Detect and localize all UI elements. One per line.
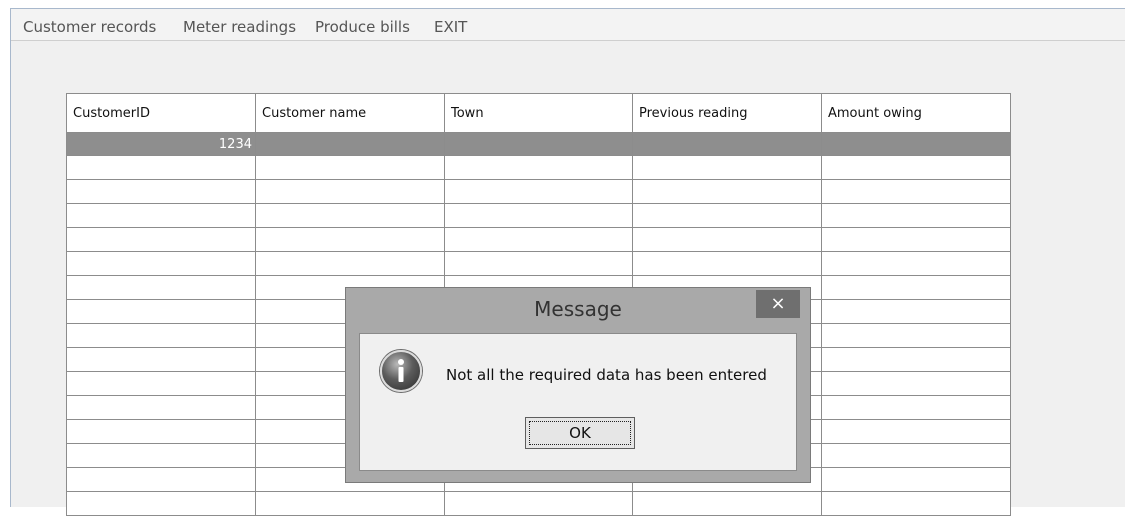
grid-cell[interactable] <box>66 491 256 516</box>
grid-cell[interactable] <box>444 491 633 516</box>
grid-cell[interactable] <box>821 155 1011 180</box>
message-dialog: Message × Not all the required data has … <box>345 287 811 483</box>
grid-cell[interactable] <box>66 443 256 468</box>
grid-cell[interactable] <box>821 251 1011 276</box>
menu-bar: Customer records Meter readings Produce … <box>11 9 1125 41</box>
grid-cell[interactable] <box>821 371 1011 396</box>
menu-meter-readings[interactable]: Meter readings <box>183 18 296 36</box>
grid-cell[interactable] <box>821 323 1011 348</box>
close-button[interactable]: × <box>756 290 800 318</box>
table-row[interactable] <box>66 203 1011 228</box>
grid-cell[interactable] <box>255 227 445 252</box>
grid-cell[interactable] <box>821 299 1011 324</box>
table-row[interactable] <box>66 227 1011 252</box>
grid-cell[interactable] <box>821 443 1011 468</box>
grid-cell[interactable] <box>632 203 822 228</box>
column-header-town[interactable]: Town <box>444 93 633 133</box>
table-row[interactable] <box>66 155 1011 180</box>
column-header-previous-reading[interactable]: Previous reading <box>632 93 822 133</box>
grid-cell[interactable] <box>821 203 1011 228</box>
ok-button[interactable]: OK <box>525 417 635 449</box>
grid-cell[interactable] <box>444 203 633 228</box>
table-row[interactable] <box>66 251 1011 276</box>
grid-cell[interactable] <box>821 275 1011 300</box>
grid-cell[interactable] <box>66 467 256 492</box>
table-row[interactable] <box>66 491 1011 516</box>
cell-town[interactable] <box>444 132 633 156</box>
grid-cell[interactable] <box>632 491 822 516</box>
menu-customer-records[interactable]: Customer records <box>23 18 156 36</box>
grid-cell[interactable] <box>444 155 633 180</box>
column-header-amount-owing[interactable]: Amount owing <box>821 93 1011 133</box>
ok-button-label: OK <box>529 421 631 445</box>
grid-cell[interactable] <box>66 299 256 324</box>
grid-cell[interactable] <box>632 155 822 180</box>
cell-previous-reading[interactable] <box>632 132 822 156</box>
grid-cell[interactable] <box>444 251 633 276</box>
grid-cell[interactable] <box>66 347 256 372</box>
table-row-selected[interactable]: 1234 <box>66 132 1011 156</box>
grid-cell[interactable] <box>255 179 445 204</box>
grid-cell[interactable] <box>66 179 256 204</box>
grid-cell[interactable] <box>66 275 256 300</box>
app-window: Customer records Meter readings Produce … <box>10 8 1125 516</box>
grid-cell[interactable] <box>66 371 256 396</box>
grid-cell[interactable] <box>66 419 256 444</box>
grid-cell[interactable] <box>632 251 822 276</box>
grid-cell[interactable] <box>821 347 1011 372</box>
grid-cell[interactable] <box>444 227 633 252</box>
cell-amount-owing[interactable] <box>821 132 1011 156</box>
grid-cell[interactable] <box>66 155 256 180</box>
grid-cell[interactable] <box>632 227 822 252</box>
cell-customer-name[interactable] <box>255 132 445 156</box>
grid-cell[interactable] <box>255 155 445 180</box>
grid-cell[interactable] <box>66 203 256 228</box>
grid-cell[interactable] <box>66 227 256 252</box>
menu-exit[interactable]: EXIT <box>434 18 467 36</box>
grid-cell[interactable] <box>821 227 1011 252</box>
menu-produce-bills[interactable]: Produce bills <box>315 18 410 36</box>
grid-cell[interactable] <box>66 323 256 348</box>
dialog-title: Message <box>534 297 622 321</box>
grid-cell[interactable] <box>821 395 1011 420</box>
column-header-customer-name[interactable]: Customer name <box>255 93 445 133</box>
grid-cell[interactable] <box>255 491 445 516</box>
grid-cell[interactable] <box>632 179 822 204</box>
dialog-body: Not all the required data has been enter… <box>359 333 797 471</box>
grid-cell[interactable] <box>66 395 256 420</box>
grid-cell[interactable] <box>255 203 445 228</box>
grid-cell[interactable] <box>255 251 445 276</box>
grid-cell[interactable] <box>66 251 256 276</box>
dialog-message: Not all the required data has been enter… <box>446 366 767 384</box>
grid-cell[interactable] <box>821 467 1011 492</box>
grid-header-row: CustomerID Customer name Town Previous r… <box>66 93 1011 133</box>
table-row[interactable] <box>66 179 1011 204</box>
grid-cell[interactable] <box>821 179 1011 204</box>
grid-cell[interactable] <box>444 179 633 204</box>
info-icon <box>380 350 422 392</box>
grid-cell[interactable] <box>821 419 1011 444</box>
grid-cell[interactable] <box>821 491 1011 516</box>
column-header-customerid[interactable]: CustomerID <box>66 93 256 133</box>
cell-customerid[interactable]: 1234 <box>66 132 256 156</box>
